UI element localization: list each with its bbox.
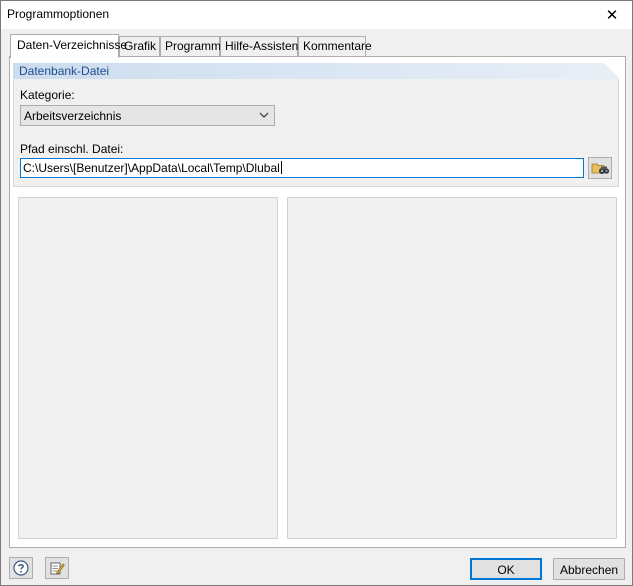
path-input-value: C:\Users\[Benutzer]\AppData\Local\Temp\D… — [23, 161, 280, 175]
category-select[interactable]: Arbeitsverzeichnis — [20, 105, 275, 126]
help-button[interactable] — [9, 557, 33, 579]
edit-button[interactable] — [45, 557, 69, 579]
tab-label: Hilfe-Assistent — [225, 39, 302, 53]
close-button[interactable]: ✕ — [592, 1, 632, 29]
edit-notes-icon — [50, 562, 65, 575]
chevron-down-icon — [259, 112, 269, 118]
header-corner — [604, 63, 620, 79]
tab-label: Programm — [165, 39, 222, 53]
tab-label: Grafik — [124, 39, 157, 53]
left-pane — [18, 197, 278, 539]
title-bar: Programmoptionen ✕ — [1, 1, 632, 29]
window-title: Programmoptionen — [7, 7, 110, 21]
cancel-button[interactable]: Abbrechen — [553, 558, 625, 580]
category-select-value: Arbeitsverzeichnis — [24, 109, 122, 123]
path-label: Pfad einschl. Datei: — [20, 142, 124, 156]
tab-daten-verzeichnisse[interactable]: Daten-Verzeichnisse — [10, 34, 127, 58]
browse-button[interactable] — [588, 157, 612, 179]
tab-label: Daten-Verzeichnisse — [17, 38, 128, 52]
database-group-title: Datenbank-Datei — [19, 64, 110, 78]
ok-button[interactable]: OK — [470, 558, 542, 580]
help-icon — [13, 560, 29, 576]
close-icon: ✕ — [605, 7, 619, 24]
text-caret — [280, 161, 282, 174]
tab-kommentare[interactable]: Kommentare — [298, 36, 372, 56]
tab-label: Kommentare — [303, 39, 372, 53]
tab-programm[interactable]: Programm — [160, 36, 222, 56]
right-pane — [287, 197, 617, 539]
program-options-dialog: Programmoptionen ✕ Daten-Verzeichnisse G… — [0, 0, 633, 586]
category-label: Kategorie: — [20, 88, 75, 102]
path-input[interactable]: C:\Users\[Benutzer]\AppData\Local\Temp\D… — [20, 158, 584, 178]
tab-hilfe-assistent[interactable]: Hilfe-Assistent — [220, 36, 302, 56]
database-group-header: Datenbank-Datei — [13, 63, 620, 79]
folder-binoculars-icon — [591, 163, 609, 174]
